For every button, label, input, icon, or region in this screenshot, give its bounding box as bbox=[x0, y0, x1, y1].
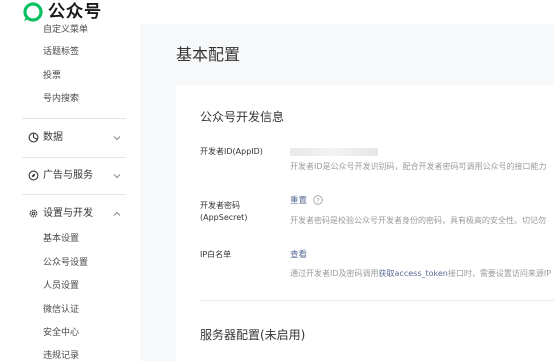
get-access-token-link[interactable]: 获取access_token bbox=[379, 269, 448, 278]
page-title: 基本配置 bbox=[176, 45, 241, 64]
sidebar-item-custom-menu[interactable]: 自定义菜单 bbox=[43, 24, 88, 36]
sidebar-group-ads-services[interactable]: 广告与服务 bbox=[28, 168, 128, 184]
ip-whitelist-description: 通过开发者ID及密码调用获取access_token接口时，需要设置访问来源IP bbox=[290, 268, 551, 279]
sidebar-item-topic-tags[interactable]: 话题标签 bbox=[43, 46, 79, 58]
brand-name[interactable]: 公众号 bbox=[48, 1, 102, 23]
sidebar-divider bbox=[22, 157, 126, 158]
section-title-server-config: 服务器配置(未启用) bbox=[200, 328, 306, 342]
sidebar-item-security-center[interactable]: 安全中心 bbox=[43, 327, 79, 339]
sidebar-item-violation-records[interactable]: 违规记录 bbox=[43, 350, 79, 362]
appsecret-description: 开发者密码是校验公众号开发者身份的密码，具有极高的安全性。切记勿 bbox=[290, 216, 546, 225]
chevron-down-icon bbox=[113, 136, 121, 141]
sidebar-group-data[interactable]: 数据 bbox=[28, 130, 128, 146]
section-divider bbox=[200, 300, 554, 301]
sidebar-item-vote[interactable]: 投票 bbox=[43, 70, 61, 82]
sidebar-divider bbox=[22, 118, 126, 119]
ip-desc-text: 接口时，需要设置访问来源IP bbox=[447, 269, 552, 278]
sidebar-item-basic-settings[interactable]: 基本设置 bbox=[43, 233, 79, 245]
compass-icon bbox=[28, 170, 39, 181]
sidebar-group-label: 设置与开发 bbox=[43, 208, 93, 219]
help-icon[interactable]: ? bbox=[313, 195, 323, 205]
sidebar-group-label: 广告与服务 bbox=[43, 170, 93, 181]
chevron-down-icon bbox=[113, 174, 121, 179]
svg-text:?: ? bbox=[316, 197, 319, 205]
reset-secret-link[interactable]: 重置 bbox=[290, 195, 307, 207]
appsecret-label: 开发者密码(AppSecret) bbox=[200, 201, 248, 222]
top-bar: 公众号 bbox=[0, 0, 554, 24]
sidebar-item-wechat-verify[interactable]: 微信认证 bbox=[43, 304, 79, 316]
wechat-mp-logo-icon[interactable] bbox=[22, 2, 44, 22]
sidebar-item-search[interactable]: 号内搜索 bbox=[43, 93, 79, 105]
sidebar-group-settings-dev[interactable]: 设置与开发 bbox=[28, 206, 128, 222]
ip-desc-text: 通过开发者ID及密码调用 bbox=[290, 269, 379, 278]
sidebar-group-label: 数据 bbox=[43, 132, 63, 143]
gear-icon bbox=[29, 209, 38, 218]
ip-whitelist-label: IP白名单 bbox=[200, 250, 232, 259]
chevron-up-icon bbox=[113, 211, 121, 216]
view-ip-whitelist-link[interactable]: 查看 bbox=[290, 249, 307, 261]
sidebar-item-staff-settings[interactable]: 人员设置 bbox=[43, 280, 79, 292]
sidebar-divider bbox=[22, 194, 126, 195]
appid-description: 开发者ID是公众号开发识别码，配合开发者密码可调用公众号的接口能力 bbox=[290, 162, 547, 171]
pie-chart-icon bbox=[28, 132, 39, 143]
appid-label: 开发者ID(AppID) bbox=[200, 147, 263, 156]
section-title-dev-info: 公众号开发信息 bbox=[200, 110, 285, 124]
appid-value-masked bbox=[290, 148, 378, 156]
sidebar-item-account-settings[interactable]: 公众号设置 bbox=[43, 257, 88, 269]
